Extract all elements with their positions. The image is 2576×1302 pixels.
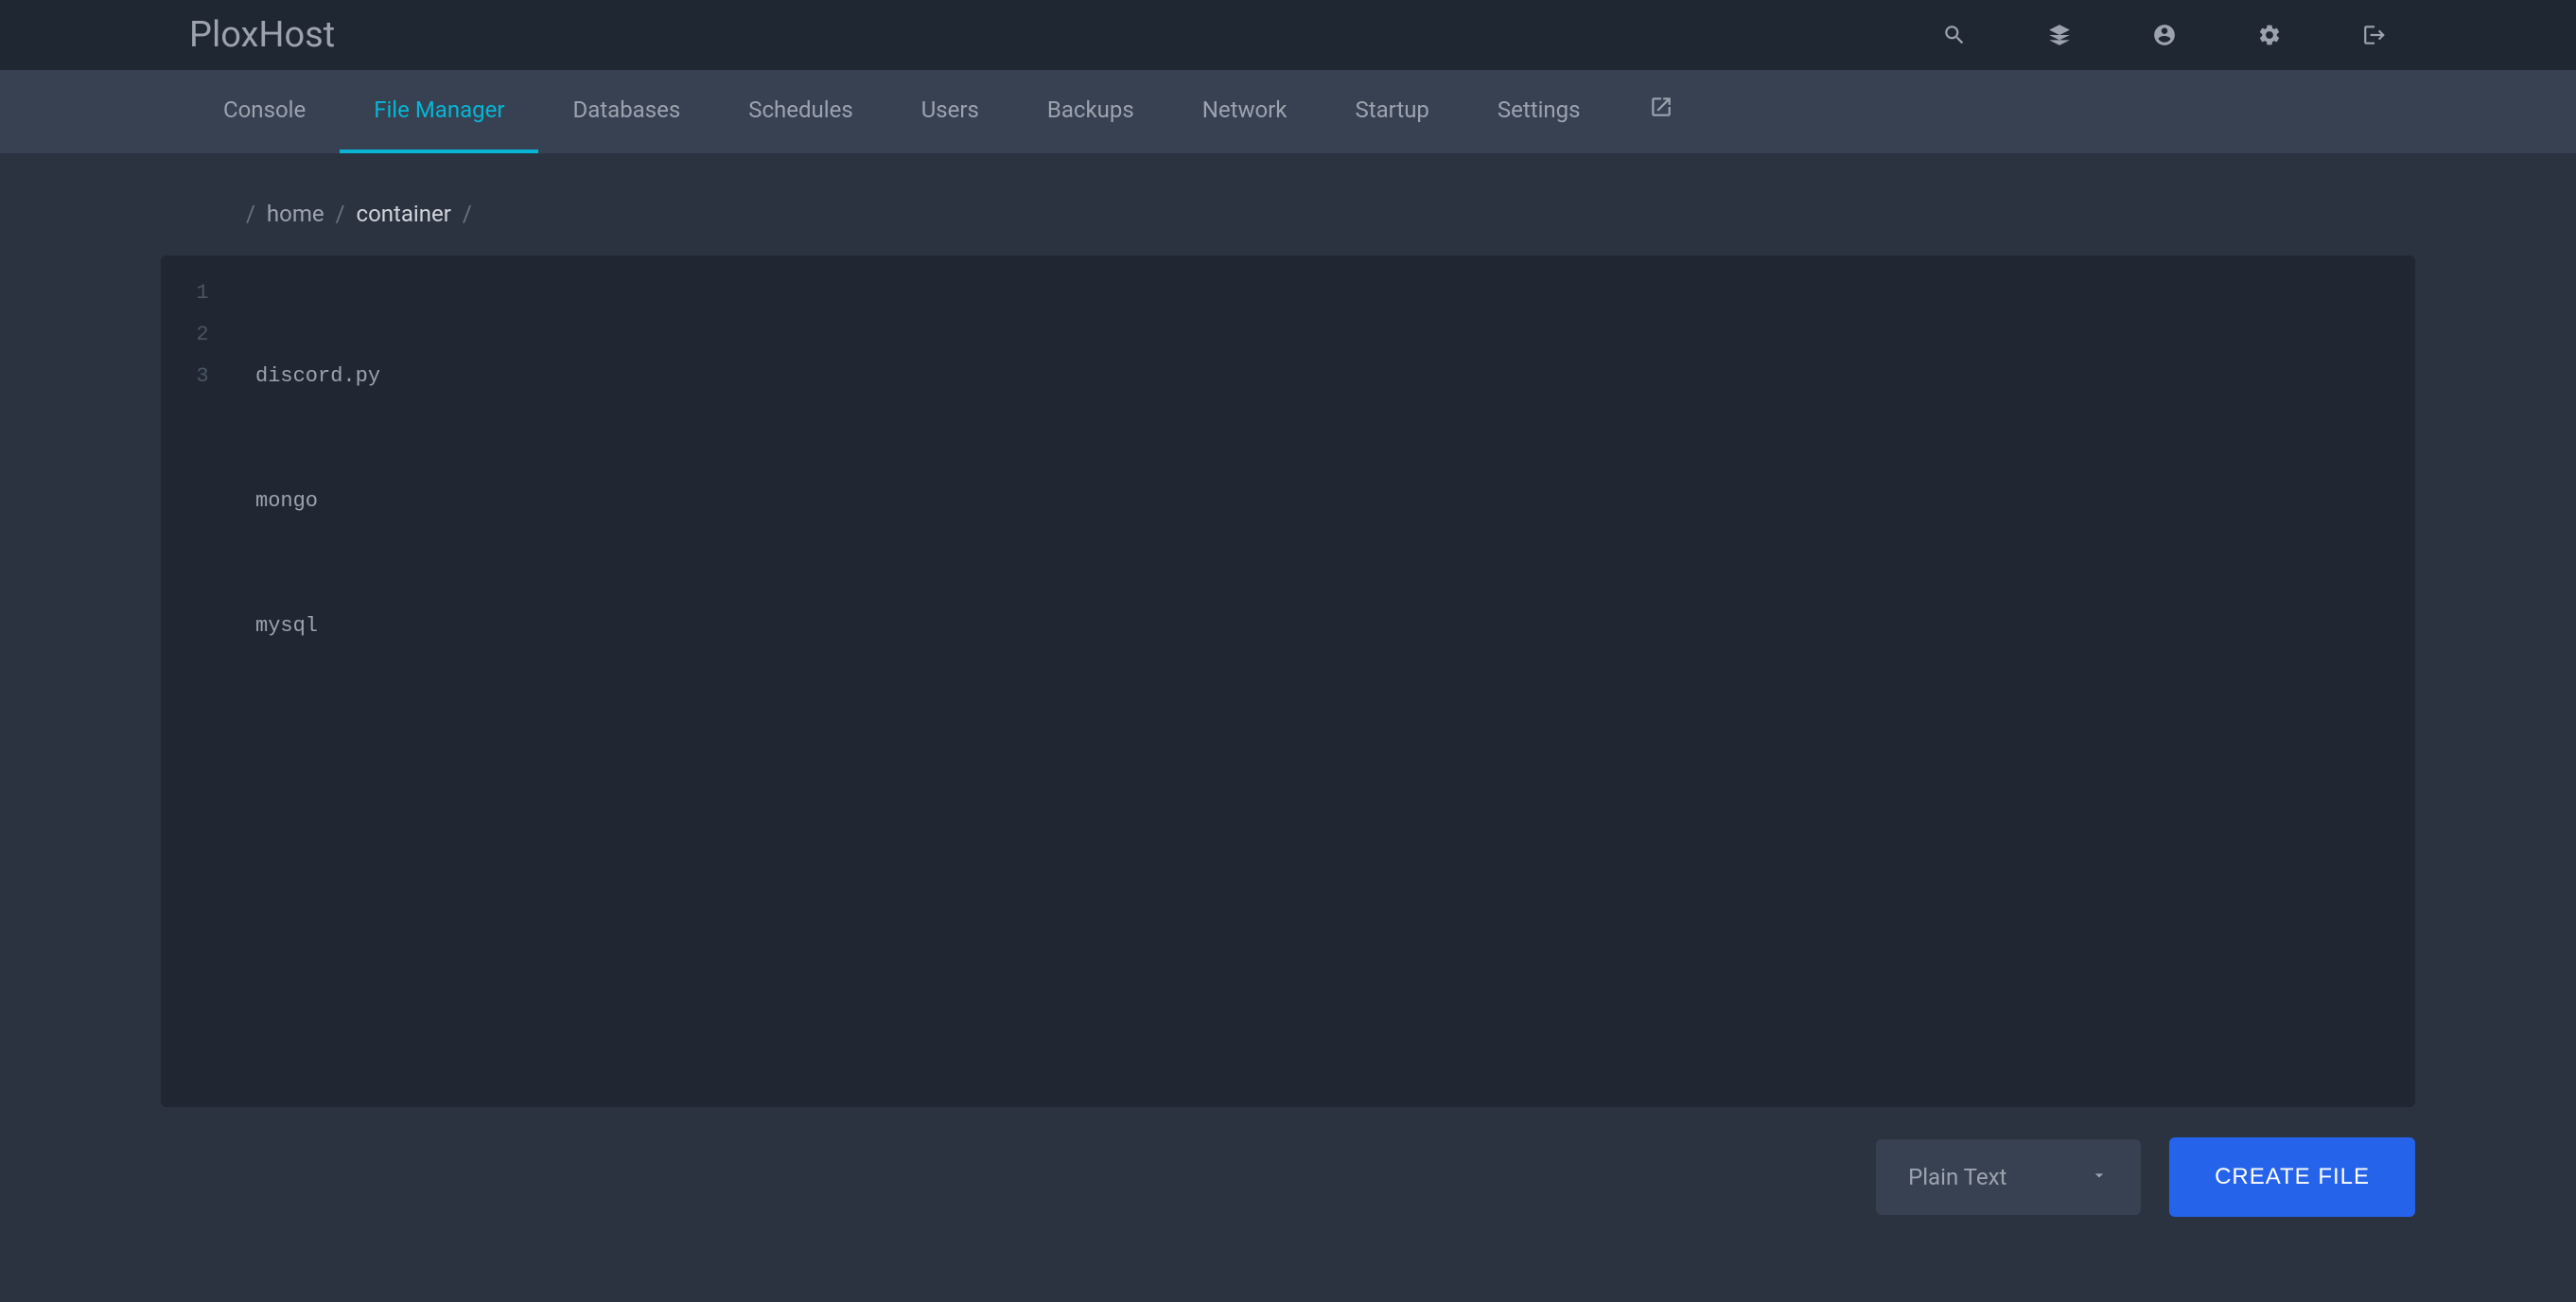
tab-users[interactable]: Users <box>887 70 1013 153</box>
editor-code[interactable]: discord.py mongo mysql <box>244 273 2415 1090</box>
tab-databases[interactable]: Databases <box>538 70 714 153</box>
layers-icon[interactable] <box>2047 23 2072 47</box>
code-line: discord.py <box>255 356 2415 397</box>
breadcrumb-sep: / <box>246 201 255 227</box>
tab-startup[interactable]: Startup <box>1321 70 1463 153</box>
tab-file-manager[interactable]: File Manager <box>340 70 538 153</box>
code-editor[interactable]: 1 2 3 discord.py mongo mysql <box>161 255 2415 1107</box>
tab-schedules[interactable]: Schedules <box>714 70 886 153</box>
editor-footer: Plain Text CREATE FILE <box>161 1137 2415 1217</box>
line-number: 1 <box>161 273 244 314</box>
logout-icon[interactable] <box>2362 23 2387 47</box>
create-file-button[interactable]: CREATE FILE <box>2169 1137 2415 1217</box>
nav-tabs: Console File Manager Databases Schedules… <box>0 70 2576 153</box>
tab-external-link[interactable] <box>1615 70 1708 153</box>
external-link-icon <box>1649 95 1674 125</box>
tab-backups[interactable]: Backups <box>1013 70 1168 153</box>
syntax-selected-label: Plain Text <box>1908 1164 2006 1190</box>
header: PloxHost <box>0 0 2576 70</box>
tab-console[interactable]: Console <box>189 70 340 153</box>
brand-title[interactable]: PloxHost <box>189 14 335 56</box>
user-icon[interactable] <box>2152 23 2177 47</box>
breadcrumb-sep: / <box>463 201 472 227</box>
breadcrumb-container[interactable]: container <box>357 201 451 227</box>
syntax-select[interactable]: Plain Text <box>1876 1139 2141 1215</box>
code-line: mysql <box>255 606 2415 647</box>
breadcrumb-home[interactable]: home <box>267 201 324 227</box>
code-line: mongo <box>255 481 2415 522</box>
breadcrumb-sep: / <box>336 201 345 227</box>
content: / home / container / 1 2 3 discord.py mo… <box>0 153 2576 1264</box>
breadcrumb: / home / container / <box>161 201 2415 227</box>
tab-settings[interactable]: Settings <box>1463 70 1615 153</box>
cog-icon[interactable] <box>2257 23 2282 47</box>
chevron-down-icon <box>2090 1164 2109 1190</box>
search-icon[interactable] <box>1942 23 1967 47</box>
header-icons <box>1942 23 2387 47</box>
line-number: 3 <box>161 356 244 397</box>
line-number: 2 <box>161 314 244 356</box>
editor-gutter: 1 2 3 <box>161 273 244 1090</box>
tab-network[interactable]: Network <box>1168 70 1322 153</box>
